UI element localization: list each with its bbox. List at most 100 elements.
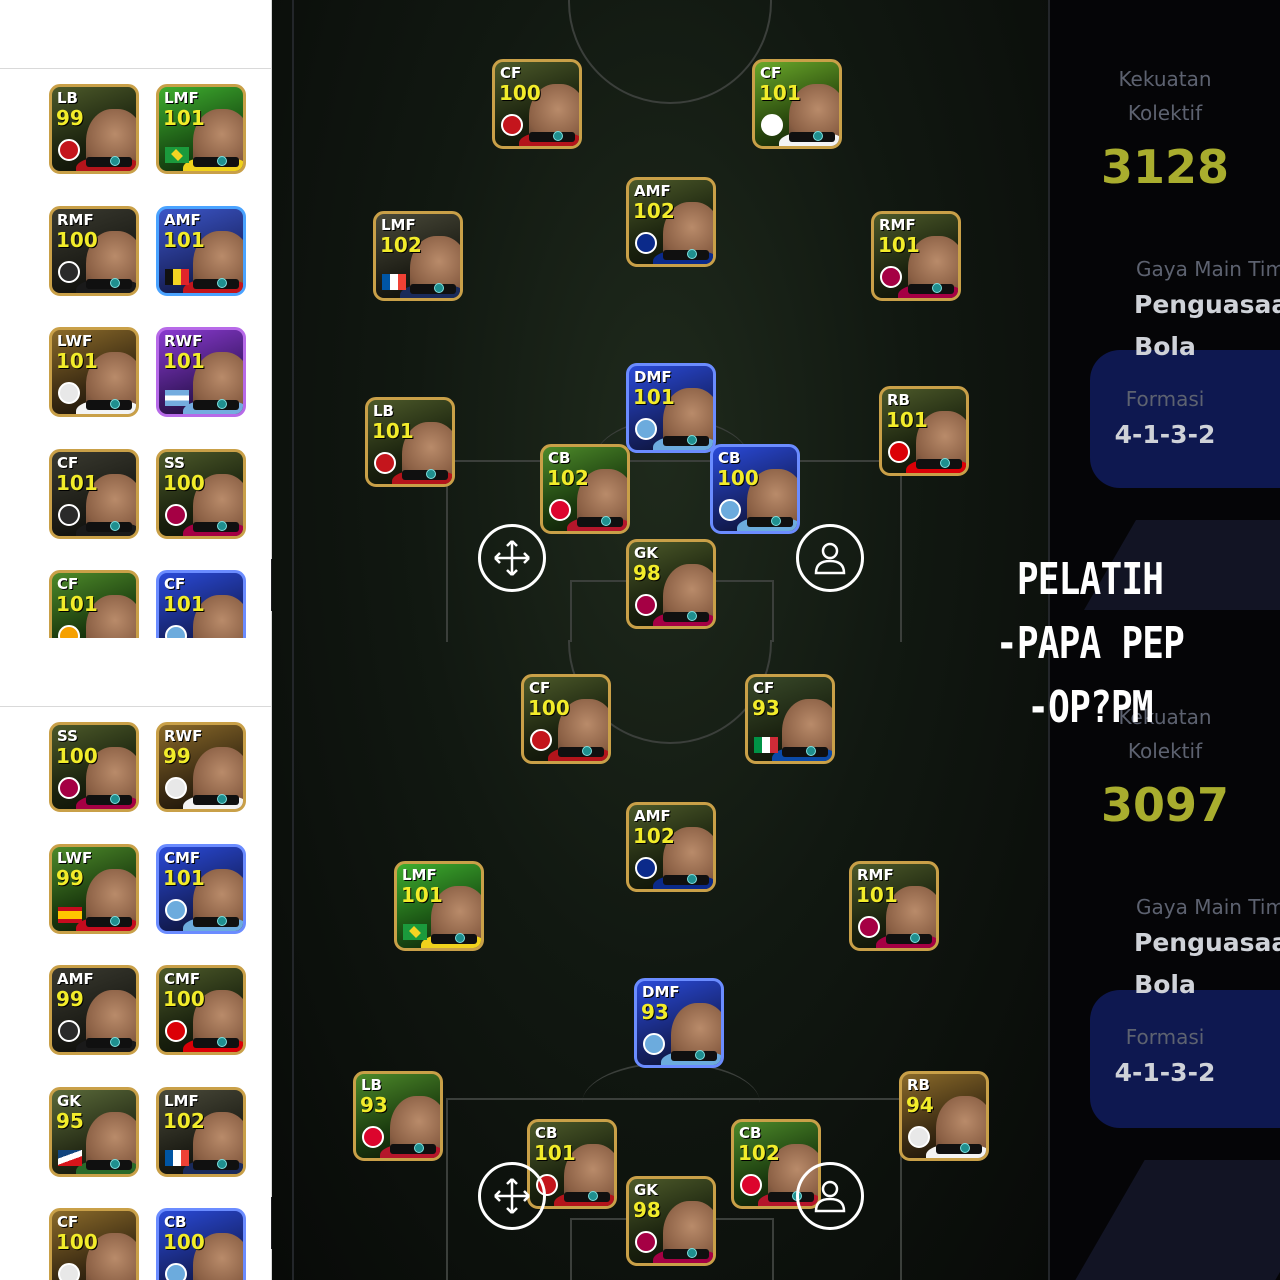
- player-position: GK: [634, 544, 658, 562]
- player-card[interactable]: CF 100: [492, 59, 582, 149]
- skill-bar: [782, 747, 828, 757]
- skill-bar: [193, 795, 239, 805]
- player-rating: 101: [878, 233, 920, 257]
- player-card[interactable]: LB 99: [49, 84, 139, 174]
- player-card[interactable]: CF 93: [745, 674, 835, 764]
- player-rating: 100: [56, 227, 98, 252]
- player-card[interactable]: RMF 101: [871, 211, 961, 301]
- player-position: RWF: [164, 332, 203, 350]
- player-position: LB: [361, 1076, 382, 1094]
- player-card[interactable]: AMF 102: [626, 802, 716, 892]
- player-card[interactable]: CF 101: [156, 570, 246, 638]
- player-card[interactable]: GK 98: [626, 1176, 716, 1266]
- club-badge-icon: [858, 916, 880, 938]
- player-rating: 101: [534, 1141, 576, 1165]
- player-card[interactable]: LWF 101: [49, 327, 139, 417]
- player-card[interactable]: LMF 101: [394, 861, 484, 951]
- nation-flag-icon: [165, 390, 189, 406]
- player-rating: 98: [633, 1198, 661, 1222]
- skill-gem-icon: [217, 156, 227, 166]
- player-card[interactable]: GK 95: [49, 1086, 139, 1177]
- skill-bar: [86, 1038, 132, 1048]
- manager-button[interactable]: [796, 1162, 864, 1230]
- player-card[interactable]: LMF 102: [156, 1086, 246, 1177]
- player-position: LMF: [164, 1091, 199, 1110]
- manager-button[interactable]: [796, 524, 864, 592]
- skill-gem-icon: [110, 915, 120, 926]
- caption-line: PELATIH: [1016, 554, 1164, 605]
- player-position: RMF: [857, 866, 894, 884]
- player-card[interactable]: CB 100: [710, 444, 800, 534]
- player-card[interactable]: LB 101: [365, 397, 455, 487]
- club-badge-icon: [165, 503, 187, 526]
- nation-flag-icon: [403, 924, 427, 940]
- skill-gem-icon: [217, 1158, 227, 1169]
- player-rating: 93: [752, 696, 780, 720]
- player-card[interactable]: CF 101: [49, 570, 139, 638]
- list-divider: [0, 68, 271, 69]
- skill-bar: [86, 400, 132, 410]
- team-style-value: Penguasaan: [1134, 928, 1280, 957]
- player-card[interactable]: LWF 99: [49, 843, 139, 934]
- player-card[interactable]: RMF 100: [49, 205, 139, 296]
- club-badge-icon: [58, 777, 80, 799]
- player-card[interactable]: RWF 99: [156, 722, 246, 812]
- player-rating: 101: [163, 592, 205, 616]
- player-card[interactable]: LMF 102: [373, 211, 463, 301]
- skill-bar: [86, 1159, 132, 1170]
- player-card[interactable]: CF 101: [752, 59, 842, 149]
- player-position: GK: [57, 1091, 81, 1110]
- nation-flag-icon: [58, 906, 82, 923]
- club-badge-icon: [908, 1126, 930, 1148]
- player-position: CMF: [164, 848, 201, 867]
- skill-bar: [86, 916, 132, 927]
- player-rating: 101: [56, 349, 98, 373]
- skill-gem-icon: [588, 1191, 598, 1201]
- player-card[interactable]: RWF 101: [156, 327, 246, 417]
- club-badge-icon: [58, 260, 80, 283]
- player-card[interactable]: SS 100: [156, 448, 246, 539]
- caption-line: -PAPA PEP: [995, 618, 1185, 669]
- skill-bar: [193, 1159, 239, 1170]
- club-badge-icon: [549, 499, 571, 521]
- skill-bar: [390, 1144, 436, 1154]
- skill-gem-icon: [553, 131, 563, 141]
- player-card[interactable]: AMF 99: [49, 965, 139, 1055]
- player-card[interactable]: RB 94: [899, 1071, 989, 1161]
- player-position: RB: [887, 391, 910, 409]
- strength-value: 3128: [1100, 140, 1230, 194]
- skill-gem-icon: [110, 277, 120, 288]
- player-card[interactable]: LMF 101: [156, 84, 246, 174]
- player-card[interactable]: CF 100: [521, 674, 611, 764]
- player-card[interactable]: DMF 93: [634, 978, 724, 1068]
- player-card[interactable]: GK 98: [626, 539, 716, 629]
- player-card[interactable]: CB 102: [540, 444, 630, 534]
- player-position: LMF: [402, 866, 437, 884]
- player-card[interactable]: SS 100: [49, 722, 139, 812]
- player-card[interactable]: CB 100: [156, 1208, 246, 1280]
- move-button[interactable]: [478, 1162, 546, 1230]
- skill-bar: [193, 400, 239, 410]
- player-card[interactable]: DMF 101: [626, 363, 716, 453]
- player-card[interactable]: AMF 101: [156, 205, 246, 296]
- club-badge-icon: [58, 625, 80, 638]
- player-card[interactable]: CF 100: [49, 1208, 139, 1280]
- nation-flag-icon: [165, 268, 189, 285]
- skill-gem-icon: [687, 1248, 697, 1258]
- skill-gem-icon: [217, 520, 227, 531]
- player-card[interactable]: CMF 101: [156, 843, 246, 934]
- skill-gem-icon: [695, 1050, 705, 1060]
- player-card[interactable]: AMF 102: [626, 177, 716, 267]
- skill-gem-icon: [960, 1143, 970, 1153]
- skill-gem-icon: [110, 399, 120, 409]
- caption-line: -OP?PM: [1027, 682, 1153, 733]
- move-button[interactable]: [478, 524, 546, 592]
- player-card[interactable]: CF 101: [49, 448, 139, 539]
- player-rating: 93: [360, 1093, 388, 1117]
- skill-bar: [789, 132, 835, 142]
- club-badge-icon: [58, 139, 80, 161]
- player-card[interactable]: RB 101: [879, 386, 969, 476]
- player-card[interactable]: CMF 100: [156, 965, 246, 1055]
- player-card[interactable]: LB 93: [353, 1071, 443, 1161]
- player-card[interactable]: RMF 101: [849, 861, 939, 951]
